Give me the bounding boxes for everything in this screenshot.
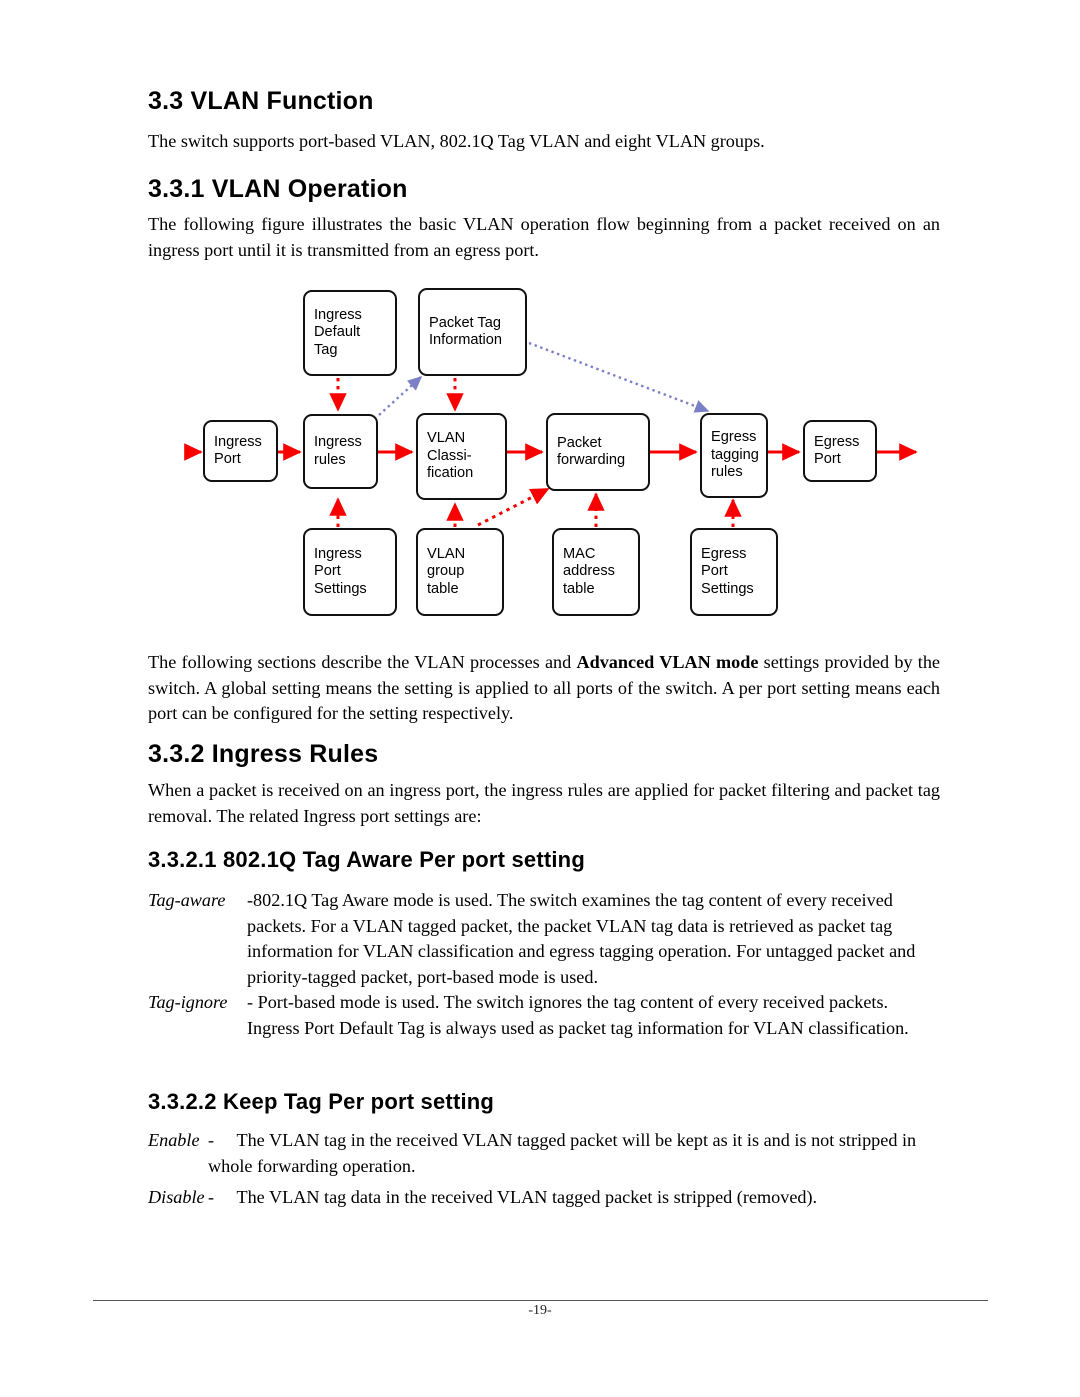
ingress-port-line2: Port <box>214 451 241 467</box>
definition-term-tag-ignore: Tag-ignore <box>148 992 228 1012</box>
definition-term-enable: Enable <box>148 1130 200 1150</box>
egress-port-line2: Port <box>814 451 841 467</box>
definition-text-disable: - The VLAN tag data in the received VLAN… <box>208 1187 818 1207</box>
vlan-classification-line1: VLAN <box>427 430 466 447</box>
ingress-rules-line1: Ingress <box>314 434 362 450</box>
definition-term-disable: Disable <box>148 1187 205 1207</box>
paragraph-advanced-vlan-mode: The following sections describe the VLAN… <box>148 650 940 727</box>
definition-text-tag-aware: -802.1Q Tag Aware mode is used. The swit… <box>247 890 916 987</box>
ingress-port-settings-line2: Port <box>314 563 341 580</box>
mac-address-table-line2: address <box>563 563 615 580</box>
diagram-box-packet-forwarding: Packet forwarding <box>546 413 650 491</box>
paragraph-ingress-rules: When a packet is received on an ingress … <box>148 780 940 826</box>
ingress-port-line1: Ingress <box>214 433 262 450</box>
diagram-box-packet-tag-information: Packet Tag Information <box>418 288 527 376</box>
definition-row-tag-aware: Tag-aware -802.1Q Tag Aware mode is used… <box>148 888 938 990</box>
egress-tagging-rules-line1: Egress <box>711 429 757 446</box>
diagram-box-ingress-rules: Ingress rules <box>303 414 378 489</box>
packet-tag-information-line1: Packet Tag <box>429 314 501 331</box>
vlan-group-table-line3: table <box>427 580 459 597</box>
packet-tag-information-line2: Information <box>429 332 503 348</box>
ingress-rules-line2: rules <box>314 451 346 468</box>
diagram-box-egress-tagging-rules: Egress tagging rules <box>700 413 768 498</box>
ingress-default-tag-line1: Ingress <box>314 306 362 323</box>
definition-row-disable: Disable - The VLAN tag data in the recei… <box>148 1185 938 1211</box>
heading-tag-aware-per-port-setting: 3.3.2.1 802.1Q Tag Aware Per port settin… <box>148 847 585 872</box>
definition-row-tag-ignore: Tag-ignore - Port-based mode is used. Th… <box>148 990 938 1041</box>
diagram-box-egress-port-settings: Egress Port Settings <box>690 528 778 616</box>
definition-text-enable: - The VLAN tag in the received VLAN tagg… <box>208 1130 917 1176</box>
ingress-port-settings-line1: Ingress <box>314 545 362 562</box>
heading-ingress-rules: 3.3.2 Ingress Rules <box>148 740 379 768</box>
ingress-default-tag-line3: Tag <box>314 341 338 358</box>
diagram-box-mac-address-table: MAC address table <box>552 528 640 616</box>
paragraph-vlan-operation: The following figure illustrates the bas… <box>148 214 940 260</box>
diagram-box-ingress-default-tag: Ingress Default Tag <box>303 290 397 376</box>
egress-port-settings-line2: Port <box>701 563 728 580</box>
vlan-group-table-line1: VLAN <box>427 545 466 562</box>
footer-page-number: -19- <box>528 1303 552 1318</box>
vlan-classification-line3: fication <box>427 465 474 482</box>
diagram-box-vlan-classification: VLAN Classi- fication <box>416 413 507 500</box>
egress-port-line1: Egress <box>814 433 860 450</box>
definition-term-tag-aware: Tag-aware <box>148 890 226 910</box>
packet-forwarding-line1: Packet <box>557 434 602 451</box>
heading-vlan-function: 3.3 VLAN Function <box>148 87 374 115</box>
vlan-classification-line2: Classi- <box>427 447 472 464</box>
paragraph-advanced-lead: The following sections describe the VLAN… <box>148 652 577 672</box>
definition-row-enable: Enable - The VLAN tag in the received VL… <box>148 1128 938 1179</box>
egress-port-settings-line3: Settings <box>701 580 754 597</box>
egress-tagging-rules-line2: tagging <box>711 446 759 463</box>
paragraph-vlan-function: The switch supports port-based VLAN, 802… <box>148 131 765 151</box>
diagram-box-ingress-port: Ingress Port <box>203 420 278 482</box>
document-page: 3.3 VLAN Function The switch supports po… <box>0 0 1080 1397</box>
vlan-operation-flow-diagram: Ingress Default Tag Packet Tag Informati… <box>184 283 930 628</box>
diagram-box-egress-port: Egress Port <box>803 420 877 482</box>
egress-port-settings-line1: Egress <box>701 545 747 562</box>
ingress-port-settings-line3: Settings <box>314 580 367 597</box>
packet-forwarding-line2: forwarding <box>557 452 626 468</box>
diagram-box-vlan-group-table: VLAN group table <box>416 528 504 616</box>
diagram-box-ingress-port-settings: Ingress Port Settings <box>303 528 397 616</box>
heading-keep-tag-per-port-setting: 3.3.2.2 Keep Tag Per port setting <box>148 1089 495 1114</box>
mac-address-table-line1: MAC <box>563 545 596 562</box>
egress-tagging-rules-line3: rules <box>711 464 743 481</box>
paragraph-advanced-bold: Advanced VLAN mode <box>576 652 759 672</box>
definition-text-tag-ignore: - Port-based mode is used. The switch ig… <box>247 992 909 1038</box>
ingress-default-tag-line2: Default <box>314 324 361 341</box>
vlan-group-table-line2: group <box>427 563 465 580</box>
heading-vlan-operation: 3.3.1 VLAN Operation <box>148 175 408 203</box>
footer-divider <box>93 1300 988 1301</box>
mac-address-table-line3: table <box>563 580 595 597</box>
